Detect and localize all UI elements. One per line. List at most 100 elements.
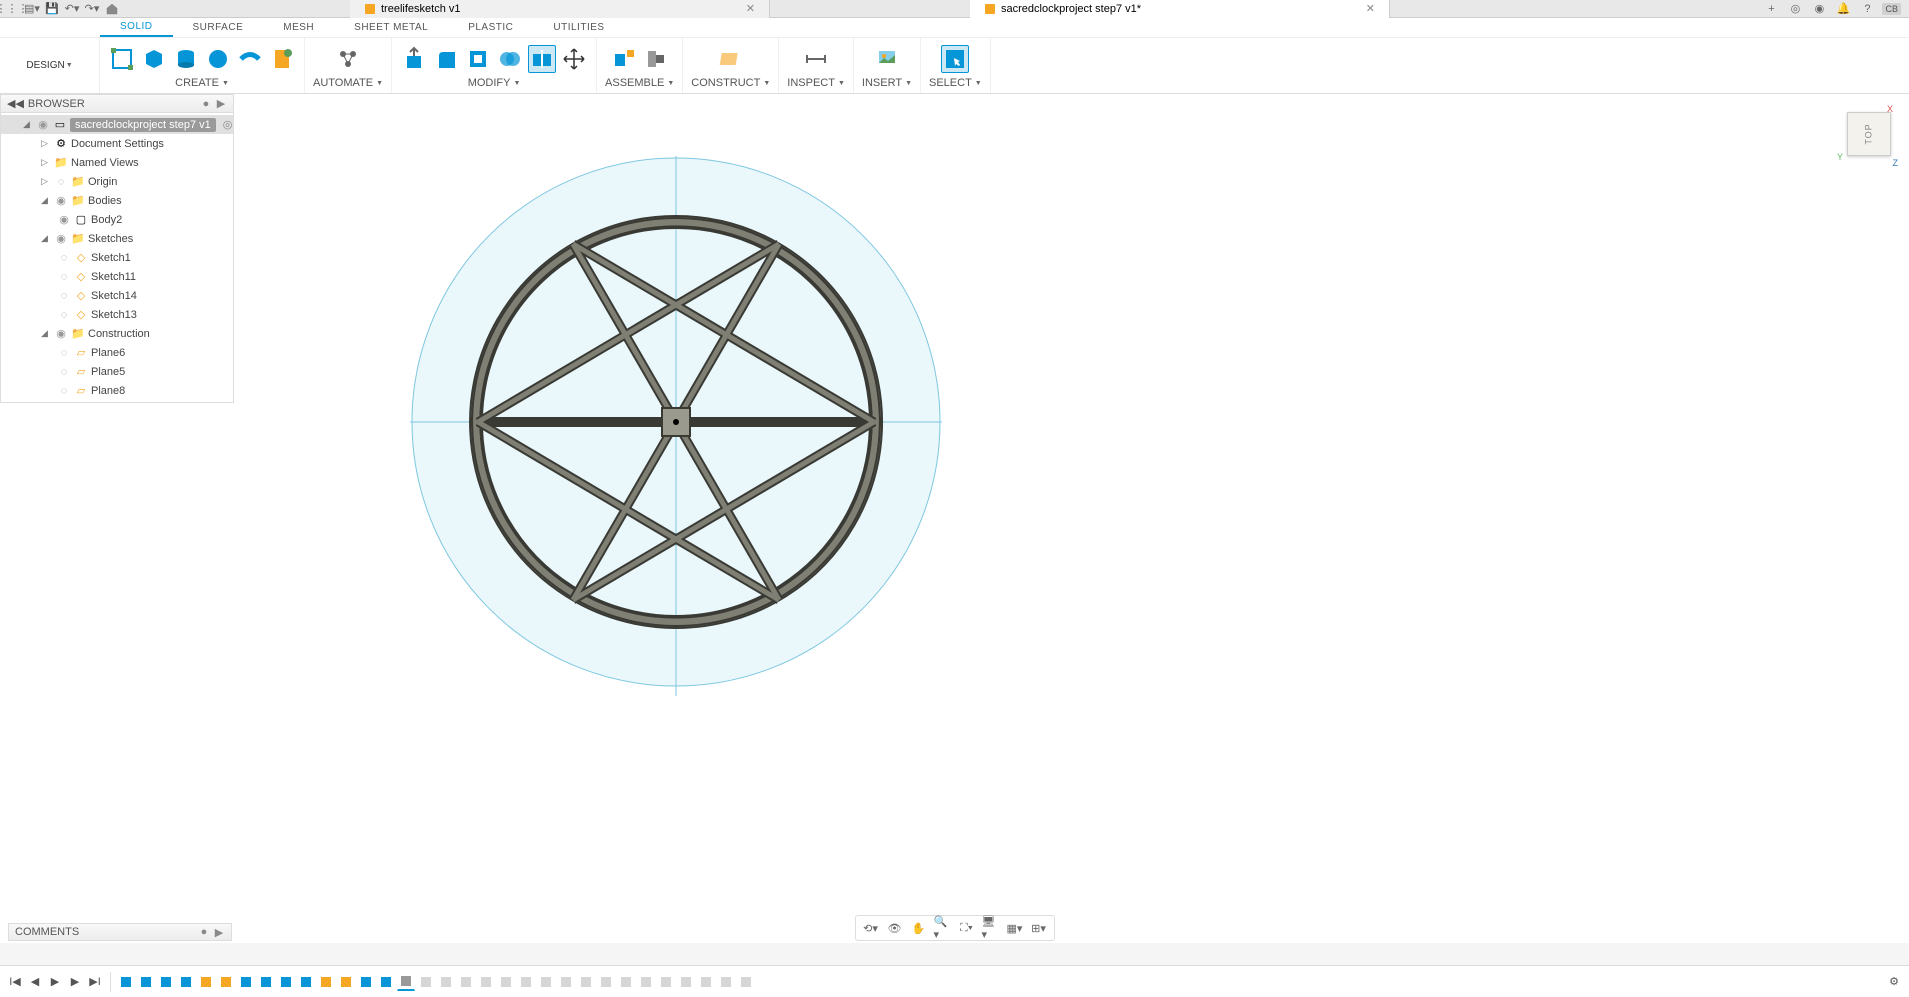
display-icon[interactable]: 🖥▾ bbox=[982, 919, 1000, 937]
tree-origin[interactable]: ▷ ◌ 📁 Origin bbox=[1, 172, 233, 191]
tree-document-settings[interactable]: ▷ ⚙ Document Settings bbox=[1, 134, 233, 153]
collapse-icon[interactable]: ▶ bbox=[215, 98, 227, 110]
design-workspace-menu[interactable]: DESIGN▼ bbox=[0, 38, 100, 93]
tab-sheetmetal[interactable]: SHEET METAL bbox=[334, 19, 448, 36]
eye-off-icon[interactable]: ◌ bbox=[54, 175, 68, 189]
tab-utilities[interactable]: UTILITIES bbox=[533, 19, 624, 36]
timeline-feature[interactable] bbox=[177, 973, 195, 991]
collapse-icon[interactable]: ◢ bbox=[41, 233, 51, 244]
timeline-prev-icon[interactable]: ◀ bbox=[26, 973, 44, 991]
timeline-feature[interactable] bbox=[437, 973, 455, 991]
zoom-icon[interactable]: 🔍▾ bbox=[934, 919, 952, 937]
sphere-icon[interactable] bbox=[204, 45, 232, 73]
collapse-icon[interactable]: ▶ bbox=[213, 926, 225, 938]
help-icon[interactable]: ? bbox=[1858, 0, 1876, 18]
timeline-feature[interactable] bbox=[317, 973, 335, 991]
doc-tab-1[interactable]: treelifesketch v1 ✕ bbox=[350, 0, 770, 18]
measure-icon[interactable] bbox=[802, 45, 830, 73]
timeline-feature[interactable] bbox=[397, 973, 415, 991]
eye-off-icon[interactable]: ◌ bbox=[57, 270, 71, 284]
select-label[interactable]: SELECT▼ bbox=[929, 77, 982, 91]
model-view[interactable] bbox=[410, 156, 942, 696]
tab-surface[interactable]: SURFACE bbox=[173, 19, 264, 36]
component-icon[interactable] bbox=[610, 45, 638, 73]
timeline-start-icon[interactable]: I◀ bbox=[6, 973, 24, 991]
tree-sketches[interactable]: ◢ ◉ 📁 Sketches bbox=[1, 229, 233, 248]
timeline-feature[interactable] bbox=[617, 973, 635, 991]
expand-icon[interactable]: ▷ bbox=[41, 157, 51, 168]
bell-icon[interactable]: 🔔 bbox=[1834, 0, 1852, 18]
tree-sketch1[interactable]: ◌ ◇ Sketch1 bbox=[1, 248, 233, 267]
inspect-label[interactable]: INSPECT▼ bbox=[787, 77, 845, 91]
timeline-feature[interactable] bbox=[137, 973, 155, 991]
torus-icon[interactable] bbox=[236, 45, 264, 73]
timeline-feature[interactable] bbox=[597, 973, 615, 991]
radio-icon[interactable]: ◎ bbox=[223, 118, 233, 131]
tree-named-views[interactable]: ▷ 📁 Named Views bbox=[1, 153, 233, 172]
comments-panel[interactable]: COMMENTS ● ▶ bbox=[8, 923, 232, 941]
timeline-feature[interactable] bbox=[737, 973, 755, 991]
eye-off-icon[interactable]: ◌ bbox=[57, 346, 71, 360]
redo-icon[interactable]: ↷▾ bbox=[84, 1, 100, 17]
canvas[interactable] bbox=[0, 94, 1909, 943]
timeline-next-icon[interactable]: ▶ bbox=[66, 973, 84, 991]
file-new-icon[interactable]: ▤▾ bbox=[24, 1, 40, 17]
fillet-icon[interactable] bbox=[432, 45, 460, 73]
timeline-feature[interactable] bbox=[677, 973, 695, 991]
sketch-icon[interactable] bbox=[108, 45, 136, 73]
eye-icon[interactable]: ◉ bbox=[54, 194, 68, 208]
coil-icon[interactable] bbox=[268, 45, 296, 73]
timeline-feature[interactable] bbox=[477, 973, 495, 991]
look-icon[interactable]: 👁 bbox=[886, 919, 904, 937]
tree-plane5[interactable]: ◌ ▱ Plane5 bbox=[1, 362, 233, 381]
doc-tab-2[interactable]: sacredclockproject step7 v1* ✕ bbox=[970, 0, 1390, 18]
modify-label[interactable]: MODIFY▼ bbox=[468, 77, 521, 91]
user-badge[interactable]: CB bbox=[1882, 3, 1901, 15]
eye-icon[interactable]: ◉ bbox=[36, 118, 50, 132]
bullet-icon[interactable]: ● bbox=[198, 926, 210, 938]
eye-off-icon[interactable]: ◌ bbox=[57, 384, 71, 398]
timeline-play-icon[interactable]: ▶ bbox=[46, 973, 64, 991]
construct-label[interactable]: CONSTRUCT▼ bbox=[691, 77, 770, 91]
timeline-feature[interactable] bbox=[517, 973, 535, 991]
browser-header[interactable]: ◀◀ BROWSER ● ▶ bbox=[1, 95, 233, 113]
joint-icon[interactable] bbox=[642, 45, 670, 73]
tree-sketch14[interactable]: ◌ ◇ Sketch14 bbox=[1, 286, 233, 305]
shell-icon[interactable] bbox=[464, 45, 492, 73]
extension-icon[interactable]: ◎ bbox=[1786, 0, 1804, 18]
insert-label[interactable]: INSERT▼ bbox=[862, 77, 912, 91]
tree-sketch13[interactable]: ◌ ◇ Sketch13 bbox=[1, 305, 233, 324]
undo-icon[interactable]: ↶▾ bbox=[64, 1, 80, 17]
timeline-feature[interactable] bbox=[717, 973, 735, 991]
grid-icon[interactable]: ▦▾ bbox=[1006, 919, 1024, 937]
timeline-feature[interactable] bbox=[277, 973, 295, 991]
tab-solid[interactable]: SOLID bbox=[100, 18, 173, 37]
tree-construction[interactable]: ◢ ◉ 📁 Construction bbox=[1, 324, 233, 343]
plane-icon[interactable] bbox=[717, 45, 745, 73]
tree-root[interactable]: ◢ ◉ ▭ sacredclockproject step7 v1 ◎ bbox=[1, 115, 233, 134]
timeline-feature[interactable] bbox=[237, 973, 255, 991]
eye-icon[interactable]: ◉ bbox=[57, 213, 71, 227]
home-icon[interactable] bbox=[104, 1, 120, 17]
timeline-feature[interactable] bbox=[117, 973, 135, 991]
expand-icon[interactable]: ▷ bbox=[41, 138, 51, 149]
orbit-icon[interactable]: ⟲▾ bbox=[862, 919, 880, 937]
automate-label[interactable]: AUTOMATE▼ bbox=[313, 77, 383, 91]
eye-icon[interactable]: ◉ bbox=[54, 232, 68, 246]
eye-off-icon[interactable]: ◌ bbox=[57, 251, 71, 265]
status-icon[interactable]: ◉ bbox=[1810, 0, 1828, 18]
timeline-feature[interactable] bbox=[337, 973, 355, 991]
close-icon[interactable]: ✕ bbox=[746, 2, 755, 15]
tree-body2[interactable]: ◉ ▢ Body2 bbox=[1, 210, 233, 229]
automate-icon[interactable] bbox=[334, 45, 362, 73]
move-icon[interactable] bbox=[560, 45, 588, 73]
eye-icon[interactable]: ◉ bbox=[54, 327, 68, 341]
timeline-feature[interactable] bbox=[357, 973, 375, 991]
expand-icon[interactable]: ◢ bbox=[23, 119, 33, 130]
tab-plastic[interactable]: PLASTIC bbox=[448, 19, 533, 36]
tree-bodies[interactable]: ◢ ◉ 📁 Bodies bbox=[1, 191, 233, 210]
split-icon[interactable] bbox=[528, 45, 556, 73]
box-icon[interactable] bbox=[140, 45, 168, 73]
timeline-end-icon[interactable]: ▶I bbox=[86, 973, 104, 991]
eye-off-icon[interactable]: ◌ bbox=[57, 365, 71, 379]
